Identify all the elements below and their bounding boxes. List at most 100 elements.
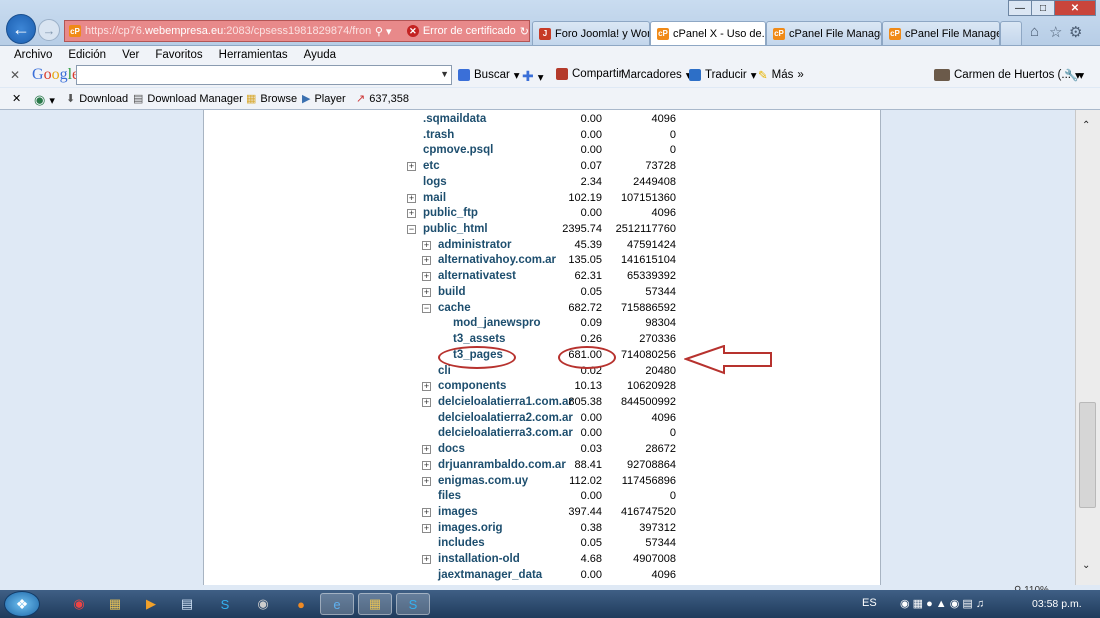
address-url[interactable]: https://cp76.webempresa.eu:2083/cpsess19… xyxy=(85,25,371,37)
download-manager-button[interactable]: ▤ Download Manager xyxy=(133,92,243,106)
menu-herramientas[interactable]: Herramientas xyxy=(219,49,288,61)
home-icon[interactable]: ⌂ xyxy=(1030,23,1039,40)
address-bar[interactable]: cP https://cp76.webempresa.eu:2083/cpses… xyxy=(64,20,530,42)
directory-name[interactable]: mod_janewspro xyxy=(453,317,541,329)
directory-name[interactable]: public_ftp xyxy=(423,207,478,219)
expand-icon[interactable]: + xyxy=(422,382,431,392)
explorer-folder-icon[interactable]: ▦ xyxy=(358,593,392,615)
forward-button[interactable]: → xyxy=(38,19,60,41)
directory-name[interactable]: delcieloalatierra2.com.ar xyxy=(438,412,573,424)
directory-name[interactable]: etc xyxy=(423,160,440,172)
directory-name[interactable]: includes xyxy=(438,537,485,549)
directory-name[interactable]: images.orig xyxy=(438,522,503,534)
document-icon[interactable]: ▤ xyxy=(170,593,204,615)
maximize-button[interactable]: □ xyxy=(1031,0,1055,16)
menu-favoritos[interactable]: Favoritos xyxy=(155,49,202,61)
tab-cpanel-uso-de-disco[interactable]: cP cPanel X - Uso de... ✕ xyxy=(650,21,766,45)
directory-name[interactable]: images xyxy=(438,506,478,518)
directory-name[interactable]: components xyxy=(438,380,506,392)
directory-name[interactable]: alternativatest xyxy=(438,270,516,282)
collapse-icon[interactable]: − xyxy=(407,225,416,235)
close-toolbar-icon[interactable]: ✕ xyxy=(12,92,21,105)
collapse-icon[interactable]: − xyxy=(422,303,431,313)
settings-gear-icon[interactable]: ⚙ xyxy=(1069,23,1082,41)
directory-name[interactable]: cpmove.psql xyxy=(423,144,493,156)
directory-name[interactable]: cli xyxy=(438,365,451,377)
skype-icon[interactable]: S xyxy=(396,593,430,615)
new-tab-button[interactable] xyxy=(1000,21,1022,45)
expand-icon[interactable]: + xyxy=(422,445,431,455)
counter-badge[interactable]: ↗ 637,358 xyxy=(356,92,409,106)
start-button[interactable]: ❖ xyxy=(4,591,40,617)
directory-name[interactable]: delcieloalatierra3.com.ar xyxy=(438,427,573,439)
search-dropdown-icon[interactable]: ⚲ ▾ xyxy=(375,25,403,38)
expand-icon[interactable]: + xyxy=(422,508,431,517)
marcadores-button[interactable]: Marcadores ▾ xyxy=(621,68,692,82)
directory-name[interactable]: drjuanrambaldo.com.ar xyxy=(438,459,566,471)
directory-name[interactable]: t3_assets xyxy=(453,333,505,345)
minimize-button[interactable]: — xyxy=(1008,0,1032,16)
internet-explorer-icon[interactable]: e xyxy=(320,593,354,615)
tab-cpanel-file-manager-1[interactable]: cP cPanel File Manager... xyxy=(766,21,882,45)
media-player-icon[interactable]: ▶ xyxy=(134,593,168,615)
tab-foro-joomla[interactable]: J Foro Joomla! y Word... xyxy=(532,21,650,45)
mas-button[interactable]: ✎ Más » xyxy=(758,68,804,82)
directory-name[interactable]: build xyxy=(438,286,465,298)
language-indicator[interactable]: ES xyxy=(862,597,877,609)
toolbar-menu-button[interactable]: ◉ ▾ xyxy=(34,92,55,108)
scroll-up-icon[interactable]: ⌃ xyxy=(1082,120,1090,131)
system-tray-icons[interactable]: ◉ ▦ ● ▲ ◉ ▤ ♫ xyxy=(900,597,984,610)
directory-name[interactable]: docs xyxy=(438,443,465,455)
expand-icon[interactable]: + xyxy=(422,476,431,486)
download-button[interactable]: ⬇ Download xyxy=(66,92,128,106)
chevron-down-icon[interactable]: ▼ xyxy=(440,69,449,79)
expand-icon[interactable]: + xyxy=(422,256,431,266)
menu-edicion[interactable]: Edición xyxy=(68,49,106,61)
back-button[interactable]: ← xyxy=(6,14,36,44)
menu-ayuda[interactable]: Ayuda xyxy=(304,49,336,61)
expand-icon[interactable]: + xyxy=(422,460,431,470)
folder-icon[interactable]: ▦ xyxy=(98,593,132,615)
compartir-button[interactable]: Compartir xyxy=(556,68,622,80)
close-window-button[interactable]: ✕ xyxy=(1054,0,1096,16)
expand-icon[interactable]: + xyxy=(407,162,416,172)
directory-name[interactable]: enigmas.com.uy xyxy=(438,475,528,487)
refresh-icon[interactable]: ↻ xyxy=(520,25,529,38)
buscar-button[interactable]: Buscar ▾ xyxy=(458,68,520,82)
expand-icon[interactable]: + xyxy=(407,209,416,219)
browse-button[interactable]: ▦ Browse xyxy=(246,92,297,106)
close-toolbar-icon[interactable]: ✕ xyxy=(10,68,20,82)
scroll-down-icon[interactable]: ⌄ xyxy=(1082,560,1090,571)
clock[interactable]: 03:58 p.m. xyxy=(1032,598,1082,610)
directory-name[interactable]: public_html xyxy=(423,223,488,235)
directory-name[interactable]: files xyxy=(438,490,461,502)
expand-icon[interactable]: + xyxy=(422,397,431,407)
expand-icon[interactable]: + xyxy=(422,272,431,282)
expand-icon[interactable]: + xyxy=(422,523,431,533)
menu-archivo[interactable]: Archivo xyxy=(14,49,52,61)
scrollbar-thumb[interactable] xyxy=(1079,402,1096,508)
directory-name[interactable]: alternativahoy.com.ar xyxy=(438,254,556,266)
traducir-button[interactable]: Traducir ▾ xyxy=(689,68,757,82)
player-button[interactable]: ▶ Player xyxy=(302,92,346,106)
directory-name[interactable]: delcieloalatierra1.com.ar xyxy=(438,396,573,408)
expand-icon[interactable]: + xyxy=(422,240,431,250)
expand-icon[interactable]: + xyxy=(422,555,431,565)
share-globe-button[interactable]: ✚ ▾ xyxy=(522,68,544,85)
menu-ver[interactable]: Ver xyxy=(122,49,139,61)
directory-name[interactable]: jaextmanager_data xyxy=(438,569,542,581)
directory-name[interactable]: .sqmaildata xyxy=(423,113,486,125)
directory-name[interactable]: installation-old xyxy=(438,553,520,565)
directory-name[interactable]: .trash xyxy=(423,129,454,141)
account-menu[interactable]: Carmen de Huertos (... ▾ xyxy=(934,68,1081,82)
vertical-scrollbar[interactable]: ⌃ ⌄ xyxy=(1075,110,1100,585)
chrome-icon[interactable]: ◉ xyxy=(62,593,96,615)
expand-icon[interactable]: + xyxy=(422,287,431,297)
directory-name[interactable]: logs xyxy=(423,176,447,188)
skype-icon[interactable]: S xyxy=(208,593,242,615)
wrench-settings-icon[interactable]: 🔧▾ xyxy=(1064,68,1084,82)
favorites-star-icon[interactable]: ☆ xyxy=(1049,23,1062,41)
google-search-input[interactable]: ▼ xyxy=(76,65,452,85)
tab-cpanel-file-manager-2[interactable]: cP cPanel File Manager... xyxy=(882,21,1000,45)
directory-name[interactable]: cache xyxy=(438,302,471,314)
